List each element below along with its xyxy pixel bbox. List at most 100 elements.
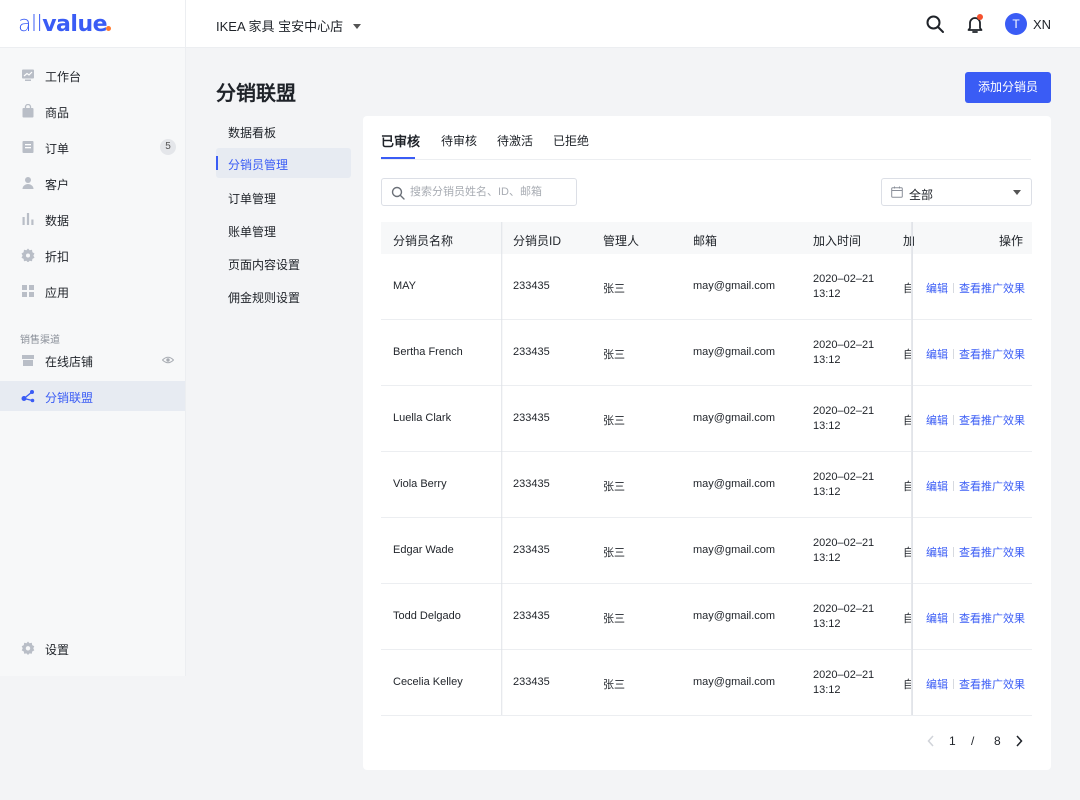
joined-date: 2020–02–21 bbox=[813, 603, 875, 615]
add-distributor-button[interactable]: 添加分销员 bbox=[965, 72, 1051, 103]
view-promotion-link[interactable]: 查看推广效果 bbox=[959, 481, 1025, 493]
user-name[interactable]: XN bbox=[1033, 17, 1051, 32]
joined-time: 13:12 bbox=[813, 552, 841, 564]
joined-date: 2020–02–21 bbox=[813, 405, 875, 417]
notification-bell-icon[interactable] bbox=[964, 13, 986, 35]
edit-link[interactable]: 编辑 bbox=[926, 415, 948, 427]
row-actions: 编辑 查看推广效果 bbox=[926, 676, 1025, 692]
sidebar-item-label: 商品 bbox=[45, 106, 70, 120]
subnav-item-bill-management[interactable]: 账单管理 bbox=[216, 215, 351, 245]
subnav-item-page-content-settings[interactable]: 页面内容设置 bbox=[216, 248, 351, 278]
search-icon bbox=[391, 186, 405, 200]
store-switcher[interactable]: IKEA 家具 宝安中心店 bbox=[216, 16, 362, 35]
sidebar-item-products[interactable]: 商品 bbox=[0, 96, 185, 126]
joined-time: 13:12 bbox=[813, 486, 841, 498]
sales-channel-section-title: 销售渠道 bbox=[20, 335, 60, 346]
view-promotion-link[interactable]: 查看推广效果 bbox=[959, 349, 1025, 361]
column-header-actions: 操作 bbox=[999, 234, 1024, 248]
pagination: 1 / 8 bbox=[927, 733, 1027, 749]
edit-link[interactable]: 编辑 bbox=[926, 547, 948, 559]
cell-email: may@gmail.com bbox=[693, 346, 776, 358]
filter-selected-value: 全部 bbox=[909, 188, 934, 202]
row-actions: 编辑 查看推广效果 bbox=[926, 610, 1025, 626]
view-promotion-link[interactable]: 查看推广效果 bbox=[959, 283, 1025, 295]
joined-date: 2020–02–21 bbox=[813, 273, 875, 285]
sidebar-item-online-store[interactable]: 在线店铺 bbox=[0, 345, 185, 375]
cell-manager: 张三 bbox=[603, 283, 625, 295]
fixed-column-shadow-right bbox=[911, 222, 913, 716]
search-box bbox=[381, 178, 577, 206]
joined-time: 13:12 bbox=[813, 354, 841, 366]
sidebar-item-customers[interactable]: 客户 bbox=[0, 168, 185, 198]
cell-id: 233435 bbox=[513, 346, 550, 358]
joined-date: 2020–02–21 bbox=[813, 339, 875, 351]
edit-link[interactable]: 编辑 bbox=[926, 613, 948, 625]
sidebar-item-label: 数据 bbox=[45, 214, 70, 228]
cell-name: Todd Delgado bbox=[393, 610, 461, 622]
status-tabs: 已审核 待审核 待激活 已拒绝 bbox=[381, 116, 1031, 160]
table-row: Viola Berry 233435 张三 may@gmail.com 自 2020–02… bbox=[381, 452, 1032, 518]
subnav-item-distributor-management[interactable]: 分销员管理 bbox=[216, 148, 351, 178]
chevron-left-icon[interactable] bbox=[927, 735, 935, 747]
edit-link[interactable]: 编辑 bbox=[926, 283, 948, 295]
joined-date: 2020–02–21 bbox=[813, 471, 875, 483]
joined-time: 13:12 bbox=[813, 420, 841, 432]
sidebar-item-label: 客户 bbox=[45, 178, 70, 192]
sidebar-item-data[interactable]: 数据 bbox=[0, 204, 185, 234]
action-divider bbox=[953, 679, 954, 689]
edit-link[interactable]: 编辑 bbox=[926, 349, 948, 361]
sidebar-item-orders[interactable]: 订单 5 bbox=[0, 132, 185, 162]
row-actions: 编辑 查看推广效果 bbox=[926, 478, 1025, 494]
brand-logo[interactable]: allvalue bbox=[18, 12, 112, 37]
sidebar: 工作台 商品 订单 5 客户 数据 折扣 应用 销售渠道 在线店铺 分销联盟 设… bbox=[0, 48, 186, 676]
cell-name: Edgar Wade bbox=[393, 544, 454, 556]
sidebar-item-discounts[interactable]: 折扣 bbox=[0, 240, 185, 270]
edit-link[interactable]: 编辑 bbox=[926, 481, 948, 493]
cell-manager: 张三 bbox=[603, 613, 625, 625]
view-promotion-link[interactable]: 查看推广效果 bbox=[959, 415, 1025, 427]
edit-link[interactable]: 编辑 bbox=[926, 679, 948, 691]
cell-manager: 张三 bbox=[603, 349, 625, 361]
cell-email: may@gmail.com bbox=[693, 412, 776, 424]
date-filter-select[interactable]: 全部 bbox=[881, 178, 1032, 206]
joined-date: 2020–02–21 bbox=[813, 669, 875, 681]
chevron-down-icon bbox=[353, 24, 362, 29]
sidebar-item-dashboard[interactable]: 工作台 bbox=[0, 60, 185, 90]
cell-name: Luella Clark bbox=[393, 412, 452, 424]
row-actions: 编辑 查看推广效果 bbox=[926, 544, 1025, 560]
joined-time: 13:12 bbox=[813, 684, 841, 696]
cell-manager: 张三 bbox=[603, 415, 625, 427]
tab-pending-activation[interactable]: 待激活 bbox=[497, 132, 533, 149]
tab-approved[interactable]: 已审核 bbox=[381, 131, 420, 150]
subnav-item-order-management[interactable]: 订单管理 bbox=[216, 182, 351, 212]
tab-rejected[interactable]: 已拒绝 bbox=[553, 132, 589, 149]
view-promotion-link[interactable]: 查看推广效果 bbox=[959, 547, 1025, 559]
cell-name: Viola Berry bbox=[393, 478, 447, 490]
avatar[interactable]: T bbox=[1005, 13, 1027, 35]
tab-pending-review[interactable]: 待审核 bbox=[441, 132, 477, 149]
cell-manager: 张三 bbox=[603, 679, 625, 691]
column-header-email: 邮箱 bbox=[693, 234, 718, 248]
subnav-item-commission-rules[interactable]: 佣金规则设置 bbox=[216, 281, 351, 311]
cell-email: may@gmail.com bbox=[693, 478, 776, 490]
row-actions: 编辑 查看推广效果 bbox=[926, 412, 1025, 428]
joined-time: 13:12 bbox=[813, 618, 841, 630]
sidebar-item-distribution[interactable]: 分销联盟 bbox=[0, 381, 185, 411]
eye-icon[interactable] bbox=[162, 354, 174, 366]
share-icon bbox=[21, 390, 35, 403]
search-input[interactable] bbox=[410, 179, 570, 205]
column-header-manager: 管理人 bbox=[603, 234, 640, 248]
total-pages: 8 bbox=[994, 734, 1001, 748]
chevron-right-icon[interactable] bbox=[1015, 735, 1023, 747]
cell-email: may@gmail.com bbox=[693, 280, 776, 292]
sidebar-item-apps[interactable]: 应用 bbox=[0, 276, 185, 306]
subnav-item-dashboard[interactable]: 数据看板 bbox=[216, 116, 351, 146]
sidebar-item-settings[interactable]: 设置 bbox=[0, 633, 185, 663]
view-promotion-link[interactable]: 查看推广效果 bbox=[959, 679, 1025, 691]
cell-id: 233435 bbox=[513, 478, 550, 490]
row-actions: 编辑 查看推广效果 bbox=[926, 280, 1025, 296]
search-icon[interactable] bbox=[924, 13, 946, 35]
sidebar-item-label: 工作台 bbox=[45, 70, 82, 84]
table-row: Edgar Wade 233435 张三 may@gmail.com 自 2020–02–… bbox=[381, 518, 1032, 584]
view-promotion-link[interactable]: 查看推广效果 bbox=[959, 613, 1025, 625]
